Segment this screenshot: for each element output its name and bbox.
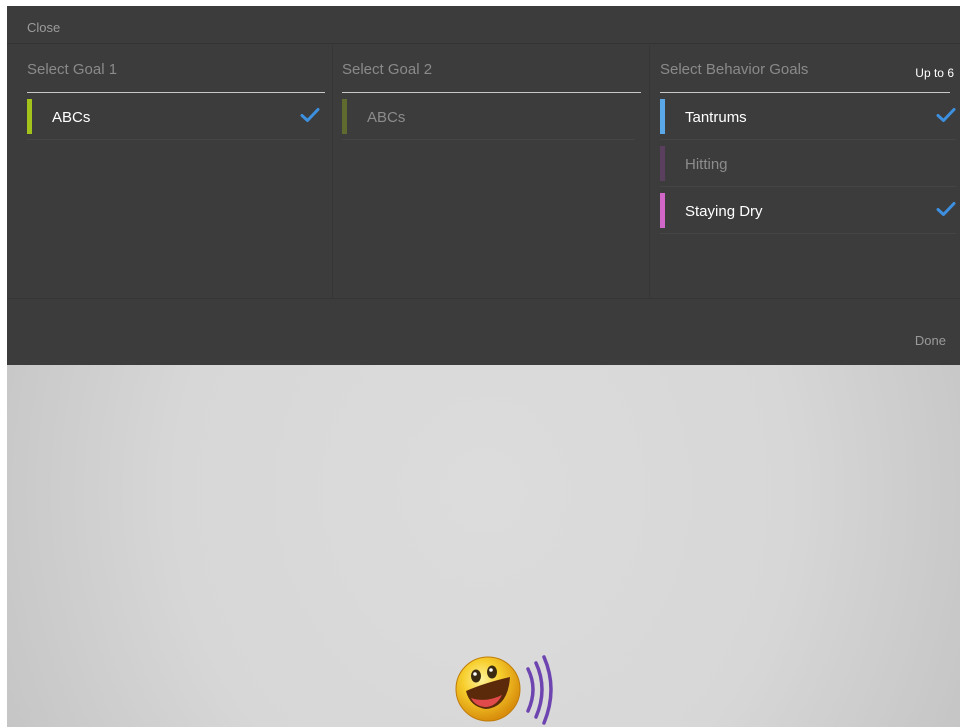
item-label: ABCs [367,109,406,126]
behavior-item-hitting[interactable]: Hitting [660,140,956,187]
goal-1-list: ABCs [27,93,320,140]
app-background [7,365,960,727]
behavior-goals-header: Select Behavior Goals [660,61,809,78]
item-label: Tantrums [685,109,747,126]
behavior-item-tantrums[interactable]: Tantrums [660,93,956,140]
color-bar [342,99,347,134]
color-bar [660,193,665,228]
close-button[interactable]: Close [27,20,60,35]
item-label: Hitting [685,156,728,173]
limit-label: Up to 6 [915,66,954,80]
goal-2-list: ABCs [342,93,635,140]
goal-1-header: Select Goal 1 [27,61,118,78]
item-label: ABCs [52,109,91,126]
behavior-goals-column: Select Behavior Goals Up to 6 Tantrums H… [651,45,960,298]
checkmark-icon [936,108,956,122]
app-window: Close Select Goal 1 ABCs Select Goal 2 A… [7,6,960,727]
panel-footer: Done [7,298,960,365]
goal-1-column: Select Goal 1 ABCs [7,45,333,298]
behavior-goals-list: Tantrums Hitting Staying Dry [660,93,956,234]
smiley-sound-logo-icon [455,655,553,725]
behavior-item-staying-dry[interactable]: Staying Dry [660,187,956,234]
color-bar [27,99,32,134]
goal-2-item-abcs[interactable]: ABCs [342,93,635,140]
top-bar: Close [7,6,960,44]
item-label: Staying Dry [685,203,763,220]
color-bar [660,146,665,181]
checkmark-icon [300,108,320,122]
goal-1-item-abcs[interactable]: ABCs [27,93,320,140]
color-bar [660,99,665,134]
goal-selection-panel: Close Select Goal 1 ABCs Select Goal 2 A… [7,6,960,365]
goal-2-header: Select Goal 2 [342,61,433,78]
done-button[interactable]: Done [915,333,946,348]
goal-2-column: Select Goal 2 ABCs [334,45,650,298]
checkmark-icon [936,202,956,216]
